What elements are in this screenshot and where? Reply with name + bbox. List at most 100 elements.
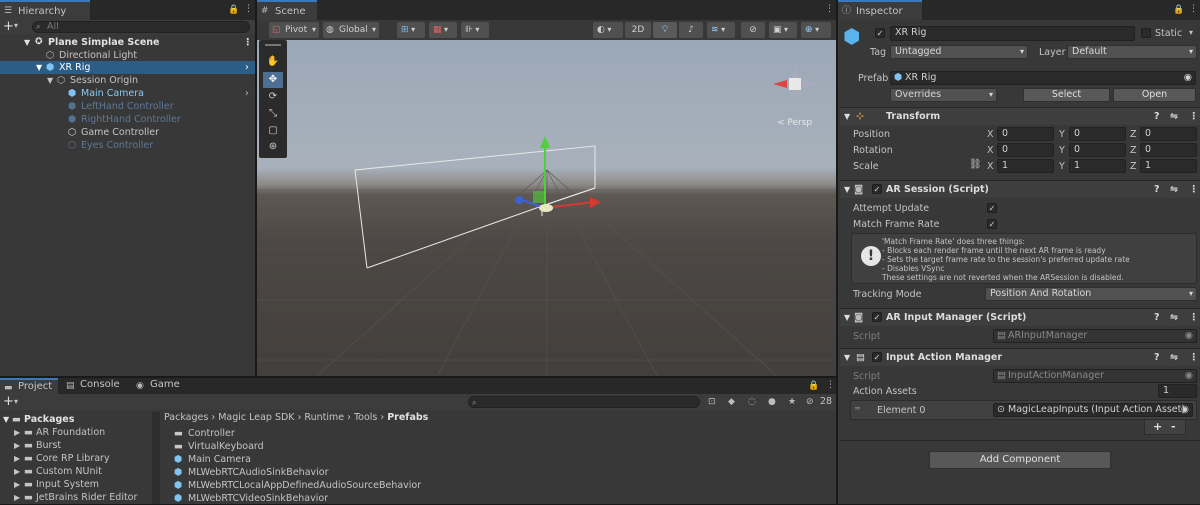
object-picker-icon[interactable]: ◉	[1184, 72, 1192, 84]
dropdown-arrow-icon[interactable]: ▾	[14, 21, 18, 30]
component-enabled-checkbox[interactable]: ✓	[872, 352, 882, 362]
snap-increment-button[interactable]: ▦ ▾	[429, 22, 457, 38]
preset-sliders-icon[interactable]: ⇋	[1170, 108, 1178, 125]
tree-item[interactable]: ▶ ▬ Custom NUnit	[0, 465, 160, 478]
list-item[interactable]: ⬢ Main Camera	[160, 453, 836, 466]
expand-arrow-icon[interactable]: ▼	[844, 181, 850, 198]
scene-viewport[interactable]: ✋ ✥ ⟳ ⤡ ▢ ⊛ < Persp	[257, 40, 836, 376]
breadcrumb-item[interactable]: Magic Leap SDK	[218, 412, 294, 423]
shading-mode-button[interactable]: ◐ ▾	[593, 22, 623, 38]
list-item-selected[interactable]: ▼ ⬢ XR Rig ›	[0, 61, 255, 74]
search-by-type-icon[interactable]: ⊡	[708, 397, 716, 407]
rect-tool-icon[interactable]: ▢	[263, 123, 283, 139]
dropdown-arrow-icon[interactable]: ▾	[1189, 28, 1193, 37]
action-assets-label[interactable]: Action Assets	[853, 386, 917, 397]
help-icon[interactable]: ?	[1154, 309, 1160, 326]
add-button[interactable]: +	[3, 19, 14, 34]
expand-arrow-icon[interactable]: ▼	[24, 36, 30, 49]
overrides-dropdown[interactable]: Overrides	[890, 88, 997, 102]
expand-arrow-icon[interactable]: ▶	[14, 491, 20, 504]
list-item[interactable]: ⬡ Game Controller	[0, 126, 255, 139]
kebab-menu-icon[interactable]: ⋮	[1189, 181, 1199, 198]
tree-item[interactable]: ▶ ▬ Input System	[0, 478, 160, 491]
transform-tool-icon[interactable]: ⊛	[263, 139, 283, 155]
rotation-x-field[interactable]: 0	[997, 143, 1054, 157]
tree-root-packages[interactable]: ▼ ▬ Packages	[0, 413, 160, 426]
orientation-gizmo[interactable]	[765, 58, 825, 118]
camera-settings-button[interactable]: ▣ ▾	[769, 22, 797, 38]
open-button[interactable]: Open	[1113, 88, 1196, 102]
prefab-field[interactable]: ⬢ XR Rig ◉	[890, 71, 1196, 85]
tab-inspector[interactable]: ⓘ Inspector	[838, 0, 922, 20]
kebab-menu-icon[interactable]: ⋮	[1189, 4, 1198, 14]
lock-icon[interactable]: 🔒	[1173, 5, 1184, 15]
preset-sliders-icon[interactable]: ⇋	[1170, 309, 1178, 326]
list-item[interactable]: ⬢ MLWebRTCAudioSinkBehavior	[160, 466, 836, 479]
kebab-menu-icon[interactable]: ⋮	[1189, 108, 1199, 125]
expand-arrow-icon[interactable]: ▶	[14, 478, 20, 491]
effects-button[interactable]: ≋ ▾	[707, 22, 735, 38]
scale-x-field[interactable]: 1	[997, 159, 1054, 173]
audio-toggle[interactable]: ♪	[679, 22, 703, 38]
kebab-menu-icon[interactable]: ⋮	[826, 380, 835, 390]
tracking-mode-dropdown[interactable]: Position And Rotation	[985, 287, 1197, 301]
tab-console[interactable]: ▤ Console	[62, 378, 124, 394]
move-tool-icon[interactable]: ✥	[263, 72, 283, 88]
lighting-toggle[interactable]: 💡︎	[653, 22, 677, 38]
transform-header[interactable]: ▼ ⊹ Transform ? ⇋ ⋮	[840, 107, 1200, 125]
rotation-y-field[interactable]: 0	[1069, 143, 1126, 157]
list-item[interactable]: ▬ Controller	[160, 427, 836, 440]
component-enabled-checkbox[interactable]: ✓	[872, 312, 882, 322]
active-checkbox[interactable]: ✓	[875, 28, 885, 38]
layer-dropdown[interactable]: Default	[1067, 45, 1197, 59]
expand-arrow-icon[interactable]: ▶	[14, 439, 20, 452]
lock-icon[interactable]: 🔒	[808, 381, 819, 391]
breadcrumb-item[interactable]: Tools	[354, 412, 377, 423]
scale-y-field[interactable]: 1	[1069, 159, 1126, 173]
expand-arrow-icon[interactable]: ▼	[844, 108, 850, 125]
list-item[interactable]: ▬ VirtualKeyboard	[160, 440, 836, 453]
list-item[interactable]: ⬢ RightHand Controller	[0, 113, 255, 126]
expand-arrow-icon[interactable]: ▶	[14, 465, 20, 478]
position-x-field[interactable]: 0	[997, 127, 1054, 141]
breadcrumb-item-current[interactable]: Prefabs	[387, 412, 428, 423]
search-by-label-icon[interactable]: ◆	[728, 397, 735, 407]
chevron-right-icon[interactable]: ›	[245, 61, 249, 74]
static-checkbox[interactable]	[1141, 28, 1151, 38]
tab-project[interactable]: ▬ Project	[0, 378, 58, 394]
pivot-dropdown[interactable]: ◱ Pivot ▾	[269, 22, 319, 38]
object-name-field[interactable]: XR Rig	[890, 26, 1135, 41]
palette-handle[interactable]	[265, 44, 281, 46]
expand-arrow-icon[interactable]: ▶	[14, 452, 20, 465]
chevron-right-icon[interactable]: ›	[245, 87, 249, 100]
search-input[interactable]: ⌕ All	[32, 21, 250, 33]
expand-arrow-icon[interactable]: ▼	[36, 61, 42, 74]
dropdown-arrow-icon[interactable]: ▾	[14, 397, 18, 406]
gizmos-button[interactable]: ⊕ ▾	[801, 22, 831, 38]
kebab-menu-icon[interactable]: ⋮	[1189, 349, 1199, 366]
global-dropdown[interactable]: ◍ Global ▾	[323, 22, 379, 38]
2d-toggle[interactable]: 2D	[625, 22, 651, 38]
expand-arrow-icon[interactable]: ▶	[14, 426, 20, 439]
action-assets-count-field[interactable]: 1	[1158, 384, 1197, 398]
element-object-field[interactable]: ⊙ MagicLeapInputs (Input Action Asset) ◉	[993, 403, 1193, 417]
tab-game[interactable]: ◉ Game	[132, 378, 188, 394]
list-item[interactable]: ▼ ⬡ Session Origin	[0, 74, 255, 87]
tab-hierarchy[interactable]: ☰ Hierarchy	[0, 0, 90, 20]
expand-arrow-icon[interactable]: ▼	[3, 413, 9, 426]
tree-item[interactable]: ▶ ▬ Core RP Library	[0, 452, 160, 465]
object-picker-icon[interactable]: ◉	[1181, 404, 1189, 416]
list-item[interactable]: ⬢ LeftHand Controller	[0, 100, 255, 113]
rotation-z-field[interactable]: 0	[1140, 143, 1197, 157]
help-icon[interactable]: ?	[1154, 108, 1160, 125]
position-y-field[interactable]: 0	[1069, 127, 1126, 141]
tree-item[interactable]: ▶ ▬ Burst	[0, 439, 160, 452]
expand-arrow-icon[interactable]: ▼	[844, 309, 850, 326]
add-button[interactable]: +	[3, 394, 14, 409]
list-item[interactable]: ⬡ Eyes Controller	[0, 139, 255, 152]
ar-session-header[interactable]: ▼ ◙ ✓ AR Session (Script) ? ⇋ ⋮	[840, 180, 1200, 198]
breadcrumb-item[interactable]: Packages	[164, 412, 208, 423]
grid-snap-button[interactable]: ⊞ ▾	[397, 22, 425, 38]
list-item[interactable]: ⬢ MLWebRTCVideoSinkBehavior	[160, 492, 836, 505]
ar-input-manager-header[interactable]: ▼ ◙ ✓ AR Input Manager (Script) ? ⇋ ⋮	[840, 308, 1200, 326]
